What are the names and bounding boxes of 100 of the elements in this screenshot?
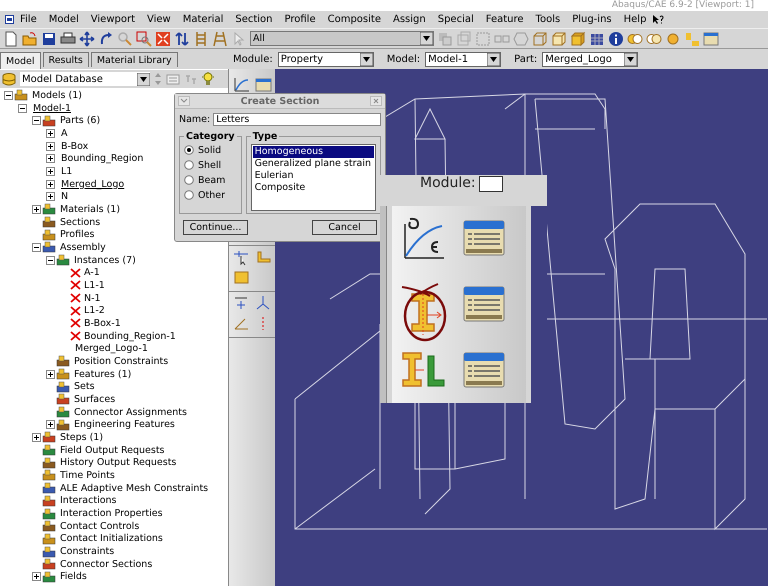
expand-toggle[interactable] <box>46 192 55 202</box>
name-field[interactable]: Letters <box>213 113 381 126</box>
radio-label[interactable]: Other <box>198 190 225 200</box>
new-file-icon[interactable] <box>3 30 19 46</box>
tree-item[interactable]: Merged_Logo <box>61 178 124 190</box>
menu-item[interactable]: Section <box>229 14 279 25</box>
list-item[interactable]: Eulerian <box>252 170 374 182</box>
info-icon[interactable] <box>608 30 624 46</box>
model-dropdown[interactable]: Model-1 <box>425 52 502 66</box>
tree-item[interactable]: Steps (1) <box>60 432 104 443</box>
tree-item[interactable]: B-Box-1 <box>84 318 121 329</box>
continue-button[interactable]: Continue... <box>183 220 248 235</box>
tree-item[interactable]: Profiles <box>60 229 94 240</box>
tree-item[interactable]: Sets <box>74 381 95 392</box>
menu-item[interactable]: Model <box>42 14 85 25</box>
expand-toggle[interactable] <box>4 90 13 100</box>
tree-item[interactable]: Fields <box>60 571 87 582</box>
tree-item[interactable]: Interaction Properties <box>60 508 163 519</box>
tree-item[interactable]: History Output Requests <box>60 457 176 468</box>
expand-toggle[interactable] <box>32 572 41 582</box>
box-zoom-icon[interactable] <box>136 30 152 46</box>
menu-item[interactable]: Feature <box>480 14 530 25</box>
radio-button[interactable] <box>184 175 194 185</box>
tree-item[interactable]: Constraints <box>60 546 114 558</box>
part-dropdown[interactable]: Merged_Logo <box>542 52 638 66</box>
tree-item[interactable]: Connector Sections <box>60 558 152 570</box>
tree-item[interactable]: N <box>61 191 68 202</box>
selection-filter-dropdown[interactable]: All <box>250 31 434 46</box>
expand-toggle[interactable] <box>46 142 55 151</box>
expand-toggle[interactable] <box>32 116 41 126</box>
menu-item[interactable]: Viewport <box>84 14 141 25</box>
tree-item[interactable]: A-1 <box>84 267 100 278</box>
tree-item[interactable]: Interactions <box>60 495 116 506</box>
close-icon[interactable] <box>370 96 382 106</box>
tree-item[interactable]: A <box>61 128 68 139</box>
menu-item[interactable]: Special <box>432 14 480 25</box>
expand-toggle[interactable] <box>46 166 55 176</box>
list-item[interactable]: Composite <box>252 182 374 194</box>
tree-item[interactable]: Assembly <box>60 242 106 253</box>
tree-item[interactable]: Sections <box>60 216 100 228</box>
menu-item[interactable]: View <box>141 14 177 25</box>
tree-item[interactable]: Parts (6) <box>60 115 100 126</box>
expand-toggle[interactable] <box>46 128 55 138</box>
tree-item[interactable]: ALE Adaptive Mesh Constraints <box>60 482 208 494</box>
stress-strain-icon[interactable] <box>232 76 250 93</box>
tree-item[interactable]: Bounding_Region-1 <box>84 330 176 342</box>
help-cursor-icon[interactable] <box>652 14 664 25</box>
open-folder-icon[interactable] <box>22 30 38 46</box>
tree-item[interactable]: Features (1) <box>74 368 132 380</box>
light-bulb-icon[interactable] <box>202 72 214 86</box>
tree-item[interactable]: Position Constraints <box>74 356 168 367</box>
move-icon[interactable] <box>79 30 95 46</box>
menu-item[interactable]: Tools <box>530 14 566 25</box>
expand-toggle[interactable] <box>46 256 55 265</box>
tree-item[interactable]: Engineering Features <box>74 419 175 430</box>
hidden-cube-icon[interactable] <box>551 30 567 46</box>
type-list[interactable]: Homogeneous Generalized plane strain Eulerian Composite <box>250 144 376 211</box>
module-dropdown[interactable]: Property <box>278 52 374 66</box>
print-icon[interactable] <box>60 30 76 46</box>
tree-item[interactable]: Field Output Requests <box>60 444 165 456</box>
tree-item[interactable]: Merged_Logo-1 <box>75 343 148 354</box>
expand-toggle[interactable] <box>32 242 41 252</box>
cancel-button[interactable]: Cancel <box>312 220 377 235</box>
expand-toggle[interactable] <box>46 420 55 430</box>
radio-label[interactable]: Solid <box>198 144 222 156</box>
cursor-line-icon[interactable] <box>232 249 250 266</box>
circle-icon[interactable] <box>665 30 681 46</box>
expand-toggle[interactable] <box>46 180 55 189</box>
tree-item[interactable]: L1-1 <box>84 280 105 291</box>
wire-cube-icon[interactable] <box>532 30 548 46</box>
tree-item[interactable]: Models (1) <box>32 90 82 101</box>
database-dropdown[interactable]: Model Database <box>20 72 150 86</box>
tree-item[interactable]: Connector Assignments <box>74 406 187 418</box>
radio-button[interactable] <box>184 145 194 155</box>
tree-item[interactable]: N-1 <box>84 292 101 304</box>
expand-toggle[interactable] <box>46 154 55 164</box>
tree-item[interactable]: L1 <box>61 166 72 177</box>
menu-item[interactable]: Profile <box>278 14 322 25</box>
expand-toggle[interactable] <box>32 432 41 442</box>
tree-item[interactable]: L1-2 <box>84 305 105 316</box>
menu-item[interactable]: Assign <box>386 14 432 25</box>
menu-item[interactable]: Help <box>618 14 652 25</box>
radio-button[interactable] <box>184 190 194 200</box>
tree-item[interactable]: Contact Initializations <box>60 533 163 544</box>
table-icon[interactable] <box>703 30 719 46</box>
triad-icon[interactable] <box>254 295 272 312</box>
radio-label[interactable]: Beam <box>198 174 226 186</box>
tree-item[interactable]: Bounding_Region <box>61 153 144 164</box>
radio-button[interactable] <box>184 160 194 170</box>
ladder-icon[interactable] <box>212 30 228 46</box>
radio-label[interactable]: Shell <box>198 160 222 170</box>
expand-toggle[interactable] <box>32 204 41 214</box>
panel-tab[interactable]: Results <box>42 52 89 67</box>
list-item[interactable]: Homogeneous <box>252 146 374 158</box>
table-icon[interactable] <box>254 76 272 93</box>
tree-item[interactable]: Model-1 <box>33 102 71 114</box>
tree-item[interactable]: Time Points <box>60 470 115 481</box>
rotate-icon[interactable] <box>98 30 114 46</box>
shaded-cube-icon[interactable] <box>570 30 586 46</box>
panel-tab[interactable]: Material Library <box>90 52 178 67</box>
